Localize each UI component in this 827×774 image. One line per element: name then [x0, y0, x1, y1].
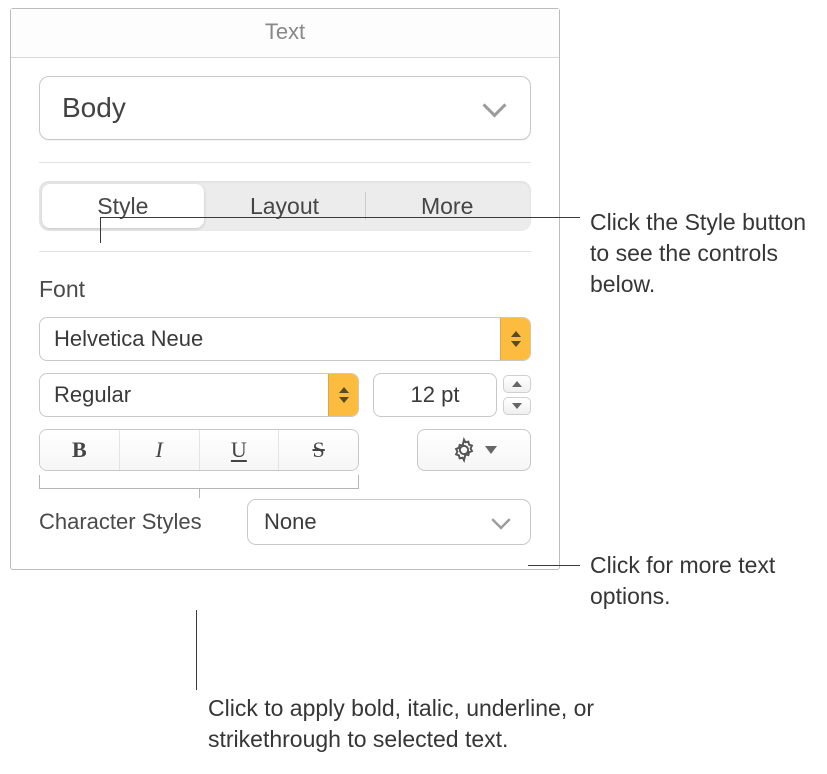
underline-glyph: U: [231, 437, 247, 463]
stepper-up-icon: [512, 381, 522, 387]
character-styles-popup[interactable]: None: [247, 499, 531, 545]
character-styles-value: None: [264, 509, 317, 535]
tabs-segmented-control: Style Layout More: [39, 181, 531, 231]
text-style-button-group: B I U S: [39, 429, 359, 471]
font-size-value: 12 pt: [411, 382, 460, 408]
text-inspector-panel: Text Body Style Layout More Font Helveti…: [10, 8, 560, 570]
paragraph-style-value: Body: [62, 92, 126, 124]
font-weight-value: Regular: [54, 382, 131, 408]
tab-layout-label: Layout: [250, 193, 319, 220]
chevron-down-icon: [485, 446, 497, 454]
gear-icon: [451, 437, 477, 463]
font-size-step-up[interactable]: [503, 375, 531, 393]
tab-more[interactable]: More: [366, 184, 528, 228]
tab-style-label: Style: [97, 193, 148, 220]
stepper-down-icon: [512, 403, 522, 409]
tab-more-label: More: [421, 193, 473, 220]
font-weight-popup[interactable]: Regular: [39, 373, 359, 417]
font-section-label: Font: [39, 276, 531, 303]
callout-leader-line: [196, 610, 197, 690]
callout-leader-line: [100, 217, 101, 243]
callout-gear-button: Click for more text options.: [590, 550, 810, 612]
strikethrough-button[interactable]: S: [278, 430, 358, 470]
callout-leader-line: [100, 217, 580, 218]
chevron-down-icon: [494, 516, 512, 527]
bold-glyph: B: [72, 437, 87, 463]
callout-leader-line: [528, 565, 580, 566]
bracket-decoration: [39, 475, 359, 489]
more-text-options-button[interactable]: [417, 429, 531, 471]
popup-handle-icon: [500, 318, 530, 360]
tab-layout[interactable]: Layout: [204, 184, 366, 228]
paragraph-style-dropdown[interactable]: Body: [39, 76, 531, 140]
character-styles-label: Character Styles: [39, 509, 229, 535]
chevron-down-icon: [486, 101, 508, 115]
italic-glyph: I: [155, 437, 162, 463]
tab-style[interactable]: Style: [42, 184, 204, 228]
font-size-stepper: [503, 373, 531, 417]
popup-handle-icon: [328, 374, 358, 416]
bold-button[interactable]: B: [40, 430, 119, 470]
font-family-popup[interactable]: Helvetica Neue: [39, 317, 531, 361]
font-size-field[interactable]: 12 pt: [373, 373, 497, 417]
panel-title: Text: [11, 9, 559, 58]
underline-button[interactable]: U: [199, 430, 279, 470]
callout-style-button: Click the Style button to see the contro…: [590, 207, 820, 300]
italic-button[interactable]: I: [119, 430, 199, 470]
font-family-value: Helvetica Neue: [54, 326, 203, 352]
callout-biu-buttons: Click to apply bold, italic, underline, …: [208, 693, 668, 755]
strike-glyph: S: [313, 437, 325, 463]
font-size-step-down[interactable]: [503, 397, 531, 415]
